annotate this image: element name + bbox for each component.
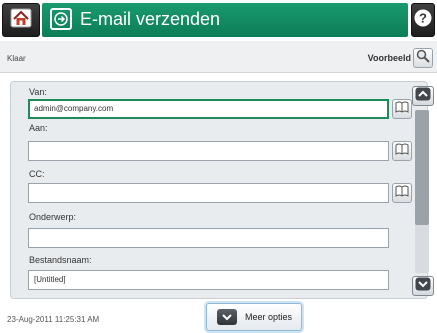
scrollbar-thumb[interactable] bbox=[415, 110, 429, 225]
email-send-icon bbox=[50, 8, 72, 30]
address-book-icon bbox=[395, 142, 409, 160]
more-options-label: Meer opties bbox=[245, 312, 293, 322]
to-field[interactable] bbox=[28, 141, 389, 161]
magnifier-icon bbox=[416, 49, 430, 68]
address-book-icon bbox=[395, 184, 409, 202]
scroll-up-button[interactable] bbox=[412, 86, 434, 106]
more-options-button[interactable]: Meer opties bbox=[206, 303, 302, 331]
chevron-up-icon bbox=[415, 87, 431, 106]
to-address-book-button[interactable] bbox=[392, 141, 412, 161]
preview-label: Voorbeeld bbox=[367, 53, 411, 63]
scroll-down-button[interactable] bbox=[412, 276, 434, 296]
cc-field[interactable] bbox=[28, 183, 389, 203]
timestamp: 23-Aug-2011 11:25:31 AM bbox=[7, 315, 100, 324]
page-title: E-mail verzenden bbox=[80, 9, 221, 29]
title-bar: E-mail verzenden ? bbox=[0, 0, 437, 40]
chevron-down-icon bbox=[415, 277, 431, 296]
cc-address-book-button[interactable] bbox=[392, 183, 412, 203]
from-label: Van: bbox=[29, 87, 47, 97]
address-book-icon bbox=[395, 100, 409, 118]
status-bar: Klaar Voorbeeld bbox=[0, 41, 437, 73]
subject-label: Onderwerp: bbox=[29, 212, 77, 222]
help-button[interactable]: ? bbox=[411, 3, 435, 37]
help-icon: ? bbox=[413, 8, 433, 33]
subject-field[interactable] bbox=[28, 228, 389, 248]
home-icon bbox=[10, 8, 32, 33]
filename-field[interactable]: [Untitled] bbox=[28, 270, 389, 290]
from-field[interactable]: admin@company.com bbox=[28, 99, 389, 119]
home-button[interactable] bbox=[2, 3, 40, 37]
chevron-down-icon bbox=[217, 309, 237, 325]
cc-label: CC: bbox=[29, 169, 45, 179]
email-form-panel: Van: admin@company.com Aan: CC: Onderwer… bbox=[10, 81, 428, 299]
from-address-book-button[interactable] bbox=[392, 99, 412, 119]
preview-button[interactable] bbox=[413, 48, 433, 68]
svg-text:?: ? bbox=[419, 10, 427, 25]
filename-label: Bestandsnaam: bbox=[29, 255, 92, 265]
to-label: Aan: bbox=[29, 123, 48, 133]
status-text: Klaar bbox=[7, 54, 26, 63]
